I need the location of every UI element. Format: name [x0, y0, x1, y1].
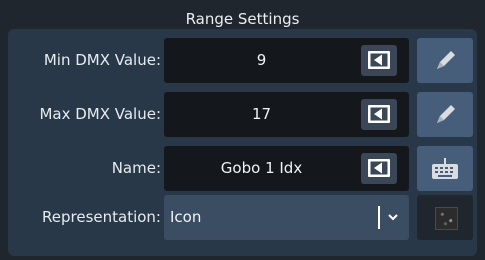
min-dmx-row: Min DMX Value: 9	[0, 38, 485, 83]
name-value: Gobo 1 Idx	[220, 159, 303, 177]
representation-row: Representation: Icon	[0, 195, 485, 240]
name-backspace-button[interactable]	[361, 153, 397, 184]
chevron-down-icon	[388, 214, 398, 221]
backspace-icon	[368, 159, 390, 177]
max-dmx-field[interactable]: 17	[164, 92, 409, 137]
representation-label: Representation:	[42, 208, 161, 226]
select-divider	[378, 206, 380, 229]
name-field[interactable]: Gobo 1 Idx	[164, 146, 409, 191]
max-dmx-row: Max DMX Value: 17	[0, 92, 485, 137]
gobo-thumbnail	[435, 207, 458, 230]
representation-select[interactable]: Icon	[164, 195, 409, 240]
name-keyboard-button[interactable]	[417, 146, 473, 191]
backspace-icon	[368, 51, 390, 69]
backspace-icon	[368, 105, 390, 123]
name-row: Name: Gobo 1 Idx	[0, 146, 485, 191]
min-dmx-value: 9	[256, 51, 267, 69]
max-dmx-label: Max DMX Value:	[39, 105, 161, 123]
max-dmx-edit-button[interactable]	[417, 92, 473, 137]
pencil-icon	[437, 105, 455, 123]
min-dmx-backspace-button[interactable]	[361, 45, 397, 76]
name-label: Name:	[111, 159, 161, 177]
representation-selected-value: Icon	[170, 208, 202, 226]
max-dmx-backspace-button[interactable]	[361, 99, 397, 130]
min-dmx-label: Min DMX Value:	[43, 51, 161, 69]
min-dmx-field[interactable]: 9	[164, 38, 409, 83]
min-dmx-edit-button[interactable]	[417, 38, 473, 83]
max-dmx-value: 17	[251, 105, 272, 123]
pencil-icon	[437, 51, 455, 69]
dialog-title: Range Settings	[185, 10, 300, 28]
representation-preview-button[interactable]	[417, 195, 473, 240]
keyboard-icon	[432, 158, 458, 179]
